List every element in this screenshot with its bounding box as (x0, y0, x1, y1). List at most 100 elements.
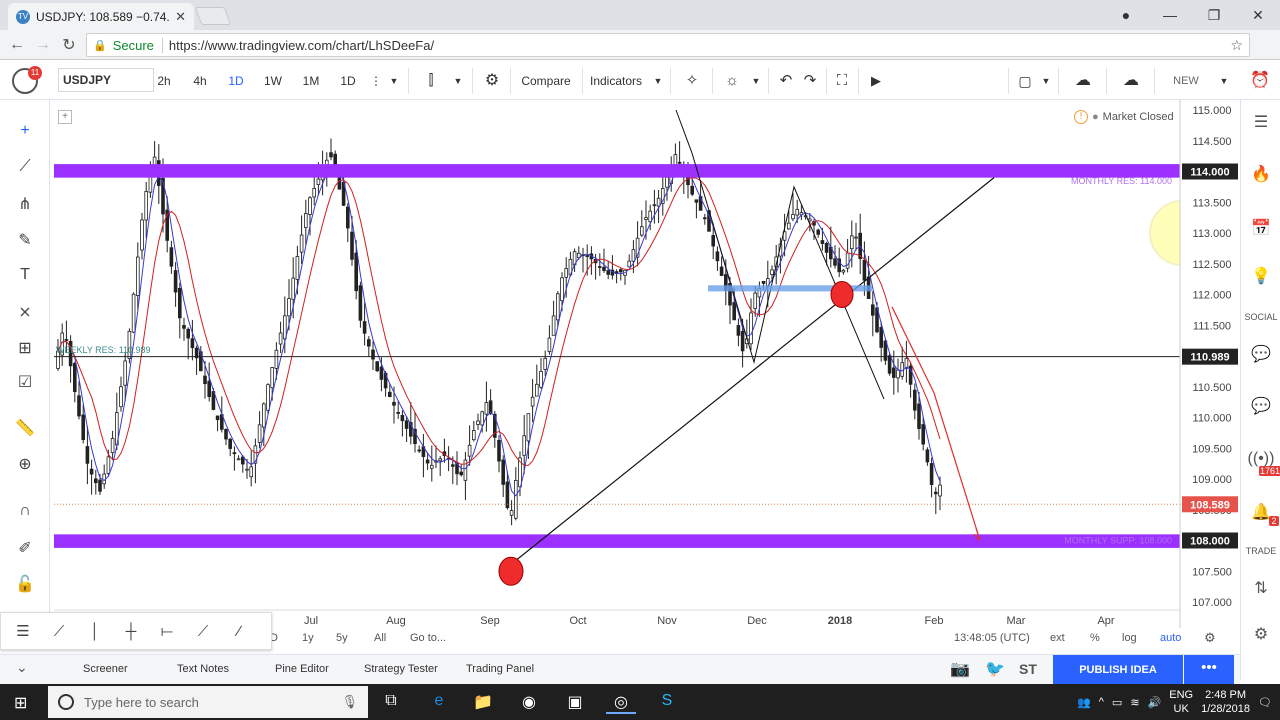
log-toggle[interactable]: log (1122, 632, 1137, 644)
chat-icon[interactable]: 💬 (1247, 344, 1275, 364)
battery-icon[interactable]: ▭ (1112, 696, 1122, 709)
ascending-trendline[interactable] (509, 177, 995, 566)
templates-icon[interactable]: ✧ (682, 70, 702, 92)
interval-1w[interactable]: 1W (263, 70, 283, 92)
store-app-icon[interactable]: ▣ (560, 692, 590, 712)
microphone-icon[interactable]: 🎙 (341, 694, 358, 710)
percent-toggle[interactable]: % (1090, 632, 1100, 644)
monthly-resistance-zone[interactable] (54, 164, 1180, 178)
cross-line-icon[interactable]: ┼ (113, 623, 149, 640)
interval-1d-active[interactable]: 1D (226, 70, 246, 92)
new-tab-button[interactable] (194, 7, 232, 25)
more-intervals-icon[interactable]: ⋮ (370, 70, 382, 92)
action-center-icon[interactable]: 🗨 (1258, 696, 1272, 709)
redo-icon[interactable]: ↷ (800, 70, 820, 92)
trade-arrows-icon[interactable]: ⇅ (1247, 578, 1275, 598)
layout-square-icon[interactable]: ▢ (1016, 70, 1034, 92)
range-5y[interactable]: 5y (336, 632, 348, 644)
clock-alert-icon[interactable]: ⏰ (1248, 70, 1272, 92)
range-1y[interactable]: 1y (302, 632, 314, 644)
ideas-bulb-icon[interactable]: 💡 (1247, 266, 1275, 286)
account-icon[interactable]: ● (1104, 7, 1148, 23)
trading-panel-tab[interactable]: Trading Panel (466, 663, 534, 675)
brush-icon[interactable]: ✎ (12, 230, 38, 252)
collapse-panel-icon[interactable]: ⌄ (16, 659, 28, 676)
ext-toggle[interactable]: ext (1050, 632, 1065, 644)
prediction-icon[interactable]: ⊞ (12, 338, 38, 360)
pitchfork-icon[interactable]: ⋔ (12, 194, 38, 216)
collapse-legend-icon[interactable]: + (58, 110, 72, 124)
taskbar-search-input[interactable]: Type here to search 🎙 (48, 686, 368, 718)
auto-toggle[interactable]: auto (1160, 632, 1181, 644)
omnibox[interactable]: 🔒 Secure https://www.tradingview.com/cha… (86, 33, 1250, 57)
alert-lightbulb-icon[interactable]: ☼ (722, 70, 742, 92)
chevron-down-icon[interactable]: ▼ (388, 70, 400, 92)
language-indicator[interactable]: ENG UK (1169, 688, 1193, 716)
settings-gear-icon[interactable]: ⚙ (482, 70, 502, 92)
publish-more-icon[interactable]: ••• (1184, 655, 1234, 685)
media-app-icon[interactable]: ◉ (514, 692, 544, 712)
people-icon[interactable]: 👥 (1077, 696, 1091, 709)
interval-1m[interactable]: 1M (301, 70, 321, 92)
chevron-down-icon[interactable]: ▼ (750, 70, 762, 92)
ruler-icon[interactable]: 📏 (12, 418, 38, 440)
windows-start-icon[interactable]: ⊞ (14, 693, 27, 713)
cloud-save-icon[interactable]: ☁ (1070, 70, 1096, 92)
watchlist-icon[interactable]: ☰ (1247, 112, 1275, 132)
url-text[interactable]: https://www.tradingview.com/chart/LhSDee… (169, 38, 1225, 53)
close-tab-icon[interactable]: ✕ (175, 9, 186, 25)
replay-play-icon[interactable]: ▶ (866, 70, 886, 92)
chrome-icon[interactable]: ◎ (606, 692, 636, 714)
reload-icon[interactable]: ↻ (56, 35, 82, 55)
chart-settings-gear-icon[interactable]: ⚙ (1204, 630, 1216, 646)
fullscreen-icon[interactable]: ⛶ (832, 70, 852, 92)
pattern-icon[interactable]: ⨯ (12, 302, 38, 324)
browser-tab[interactable]: TV USDJPY: 108.589 −0.74... ✕ (8, 3, 194, 30)
edge-browser-icon[interactable]: e (424, 692, 454, 710)
trend-line-icon[interactable]: ⟋ (12, 158, 38, 180)
indicators-button[interactable]: Indicators (588, 70, 644, 92)
streams-icon[interactable]: 💬 (1247, 396, 1275, 416)
stocktwits-icon[interactable]: ST (1019, 661, 1037, 677)
publish-idea-button[interactable]: PUBLISH IDEA (1053, 655, 1183, 685)
candle-style-icon[interactable]: ⫿ (422, 70, 440, 92)
wifi-icon[interactable]: ≋ (1130, 696, 1139, 709)
horizontal-ray-icon[interactable]: ⟝ (149, 623, 185, 640)
file-explorer-icon[interactable]: 📁 (468, 692, 498, 712)
interval-1d-custom[interactable]: 1D (338, 70, 358, 92)
screener-tab[interactable]: Screener (83, 663, 128, 675)
range-all[interactable]: All (374, 632, 386, 644)
twitter-icon[interactable]: 🐦 (985, 659, 1005, 679)
chevron-down-icon[interactable]: ▼ (1040, 70, 1052, 92)
lock-icon[interactable]: 🔓 (12, 574, 38, 596)
lock-drawings-icon[interactable]: ✐ (12, 538, 38, 560)
crosshair-icon[interactable]: + (12, 122, 38, 144)
close-window-icon[interactable]: ✕ (1236, 7, 1280, 24)
hamburger-icon[interactable]: ☰ (5, 622, 41, 640)
forward-icon[interactable]: → (30, 36, 56, 54)
vertical-line-icon[interactable]: │ (77, 623, 113, 640)
bookmark-star-icon[interactable]: ☆ (1230, 37, 1243, 54)
back-icon[interactable]: ← (4, 36, 30, 54)
taskbar-clock[interactable]: 2:48 PM 1/28/2018 (1201, 688, 1250, 716)
hotlist-flame-icon[interactable]: 🔥 (1247, 164, 1275, 184)
sidebar-settings-icon[interactable]: ⚙ (1247, 624, 1275, 644)
interval-2h[interactable]: 2h (154, 70, 174, 92)
chevron-down-icon[interactable]: ▼ (1218, 70, 1230, 92)
task-view-icon[interactable]: ⧉ (376, 692, 406, 710)
maximize-icon[interactable]: ❐ (1192, 7, 1236, 24)
extended-line-icon[interactable]: ∕ (221, 623, 257, 640)
monthly-support-zone[interactable] (54, 534, 1180, 548)
chevron-down-icon[interactable]: ▼ (652, 70, 664, 92)
tray-chevron-icon[interactable]: ^ (1099, 696, 1104, 708)
compare-button[interactable]: Compare (518, 70, 574, 92)
strategy-tester-tab[interactable]: Strategy Tester (364, 663, 438, 675)
interval-4h[interactable]: 4h (190, 70, 210, 92)
pine-editor-tab[interactable]: Pine Editor (275, 663, 329, 675)
skype-icon[interactable]: S (652, 692, 682, 710)
chevron-down-icon[interactable]: ▼ (452, 70, 464, 92)
trend-angle-icon[interactable]: ⟋ (185, 623, 221, 640)
volume-icon[interactable]: 🔊 (1148, 696, 1162, 709)
retest-marker[interactable] (830, 281, 854, 308)
checkbox-icon[interactable]: ☑ (12, 372, 38, 394)
